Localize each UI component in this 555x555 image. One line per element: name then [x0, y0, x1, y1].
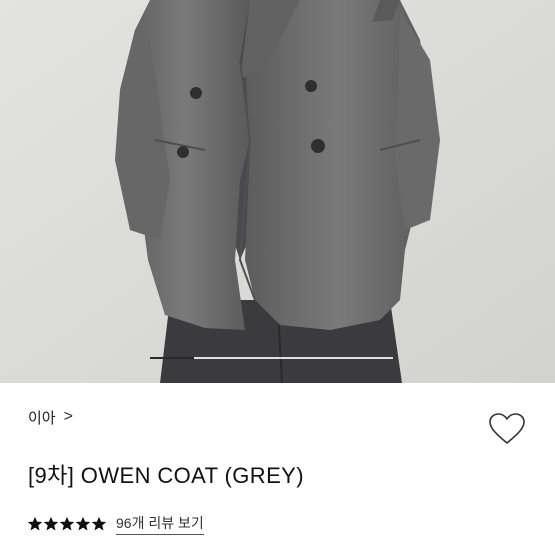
coat-photo: [0, 0, 555, 383]
review-link[interactable]: 96개 리뷰 보기: [116, 513, 204, 535]
star-filled-icon: [44, 517, 58, 531]
product-image[interactable]: [0, 0, 555, 383]
star-filled-icon: [28, 517, 42, 531]
brand-name: 이아: [28, 410, 56, 427]
star-filled-icon: [76, 517, 90, 531]
star-filled-icon: [92, 517, 106, 531]
product-title: [9차] OWEN COAT (GREY): [28, 463, 304, 488]
heart-outline-icon[interactable]: [488, 412, 526, 446]
chevron-right-icon: >: [63, 407, 73, 425]
star-filled-icon: [60, 517, 74, 531]
carousel-indicator: [150, 357, 393, 359]
star-rating: [28, 517, 106, 531]
rating-row: 96개 리뷰 보기: [28, 513, 204, 535]
brand-link[interactable]: 이아 >: [28, 407, 73, 428]
carousel-progress: [150, 357, 194, 359]
